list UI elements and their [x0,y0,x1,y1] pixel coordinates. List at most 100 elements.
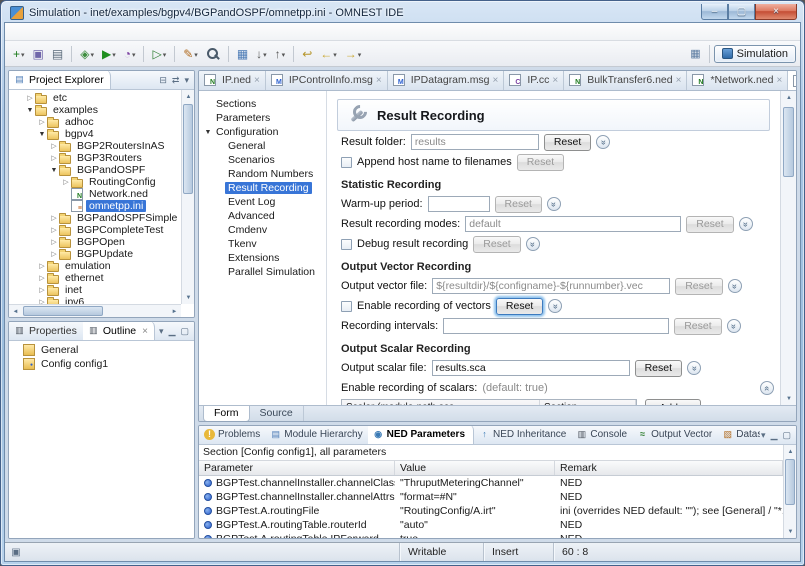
scalar-file-expand-icon[interactable] [687,361,702,375]
maximize-button[interactable]: ▢ [728,3,755,20]
editor-tab[interactable]: IP.ned [199,71,266,90]
source-tab[interactable]: Source [250,406,304,421]
scrollbar-thumb[interactable] [785,459,795,505]
view-tab[interactable]: NED Inheritance [474,426,571,444]
view-menu-icon[interactable] [760,430,767,441]
warmup-expand-icon[interactable] [546,197,561,211]
expander-icon[interactable] [37,262,47,270]
minimize-button[interactable]: – [701,3,728,20]
simulation-perspective-button[interactable]: Simulation [713,44,796,63]
enable-vectors-reset-button[interactable]: Reset [495,297,544,315]
print-button[interactable]: ▤ [48,44,67,64]
scroll-up-icon[interactable]: ▲ [784,445,796,458]
close-tab-icon[interactable] [676,74,682,86]
expander-icon[interactable] [25,94,35,102]
expander-icon[interactable] [49,154,59,162]
open-perspective-button[interactable]: ▦ [686,44,704,63]
tree-item[interactable]: emulation [9,260,181,272]
editor-tab[interactable]: IPControlInfo.msg [266,71,388,90]
menu-item[interactable] [107,30,121,34]
dropdown-arrow-icon[interactable] [281,48,286,60]
scroll-up-icon[interactable]: ▲ [182,90,194,103]
recording-modes-reset-button[interactable]: Reset [686,215,734,233]
expander-icon[interactable] [37,286,47,294]
outline-item[interactable]: General [9,343,181,357]
expander-icon[interactable] [61,178,71,186]
menu-item[interactable] [79,30,93,34]
view-menu-icon[interactable] [183,75,190,86]
close-tab-icon[interactable] [776,74,782,86]
menu-item[interactable] [9,30,23,34]
editor-tab[interactable]: omnetpp.ini [788,71,796,90]
scroll-left-icon[interactable]: ◄ [9,305,22,317]
run-button[interactable]: ▶ [98,44,120,64]
ini-page-item[interactable]: Sections [199,97,326,111]
editor-tab[interactable]: BulkTransfer6.ned [564,71,688,90]
ini-page-item[interactable]: Parallel Simulation [199,265,326,279]
dropdown-arrow-icon[interactable] [89,48,94,60]
tree-item[interactable]: ethernet [9,272,181,284]
expander-icon[interactable] [49,238,59,246]
view-tab[interactable]: Console [571,426,632,444]
tree-item[interactable]: BGP2RoutersInAS [9,140,181,152]
outline-item[interactable]: Config config1 [9,357,181,371]
value-column-header[interactable]: Value [395,461,555,475]
form-tab[interactable]: Form [203,406,250,421]
close-view-icon[interactable] [140,325,148,337]
scalar-file-reset-button[interactable]: Reset [634,359,683,377]
next-annotation-button[interactable]: ↓ [252,44,271,64]
parameter-row[interactable]: BGPTest.A.routingFile "RoutingConfig/A.i… [199,504,783,518]
vector-file-expand-icon[interactable] [727,279,742,293]
back-button[interactable]: ← [316,44,341,64]
tree-item[interactable]: BGPandOSPFSimple [9,212,181,224]
debug-recording-expand-icon[interactable] [525,237,540,251]
tree-item[interactable]: etc [9,92,181,104]
warmup-input[interactable] [427,196,490,212]
save-button[interactable]: ▣ [29,44,48,64]
ini-page-item[interactable]: Event Log [199,195,326,209]
form-vertical-scrollbar[interactable]: ▲ ▼ [780,91,796,405]
vertical-scrollbar[interactable]: ▲ ▼ [181,90,194,304]
expander-icon[interactable] [37,118,47,126]
scrollbar-thumb[interactable] [183,104,193,194]
remark-column-header[interactable]: Remark [555,461,783,475]
maximize-view-icon[interactable] [781,430,792,441]
ini-page-item[interactable]: Cmdenv [199,223,326,237]
new-wizard-button[interactable]: ✎ [179,44,202,64]
tree-item[interactable]: bgpv4 [9,128,181,140]
dropdown-arrow-icon[interactable] [20,48,25,60]
menu-item[interactable] [65,30,79,34]
close-tab-icon[interactable] [254,74,260,86]
parameter-row[interactable]: BGPTest.A.routingTable.routerId "auto" N… [199,518,783,532]
menu-item[interactable] [51,30,65,34]
editor-tab[interactable]: IP.cc [504,71,565,90]
expander-icon[interactable] [49,142,59,150]
append-host-checkbox[interactable] [341,156,352,168]
ini-page-item[interactable]: Configuration [199,125,326,139]
view-tab[interactable]: Dataset [717,426,760,444]
ini-page-item[interactable]: Tkenv [199,237,326,251]
new-file-button[interactable]: + [9,44,29,64]
tree-item[interactable]: BGPCompleteTest [9,224,181,236]
warmup-reset-button[interactable]: Reset [494,195,542,213]
recording-intervals-expand-icon[interactable] [726,319,741,333]
scalar-column-header[interactable]: Scalar (module-path.sca... [342,400,540,405]
vertical-scrollbar[interactable]: ▲ ▼ [783,445,796,538]
dropdown-arrow-icon[interactable] [193,48,198,60]
dropdown-arrow-icon[interactable] [332,48,337,60]
tree-item[interactable]: RoutingConfig [9,176,181,188]
dropdown-arrow-icon[interactable] [131,48,136,60]
close-tab-icon[interactable] [552,74,558,86]
expander-icon[interactable] [49,167,59,174]
vector-file-reset-button[interactable]: Reset [675,277,723,295]
close-tab-icon[interactable] [493,74,499,86]
view-tab[interactable]: Outline [82,322,155,340]
recording-intervals-input[interactable] [443,318,670,334]
tree-item[interactable]: BGPUpdate [9,248,181,260]
append-host-reset-button[interactable]: Reset [516,153,565,171]
scrollbar-thumb[interactable] [23,306,103,316]
scalar-file-input[interactable] [431,360,630,376]
tree-item[interactable]: ipv6 [9,296,181,304]
vector-file-input[interactable] [432,278,671,294]
ini-page-item[interactable]: Result Recording [199,181,326,195]
